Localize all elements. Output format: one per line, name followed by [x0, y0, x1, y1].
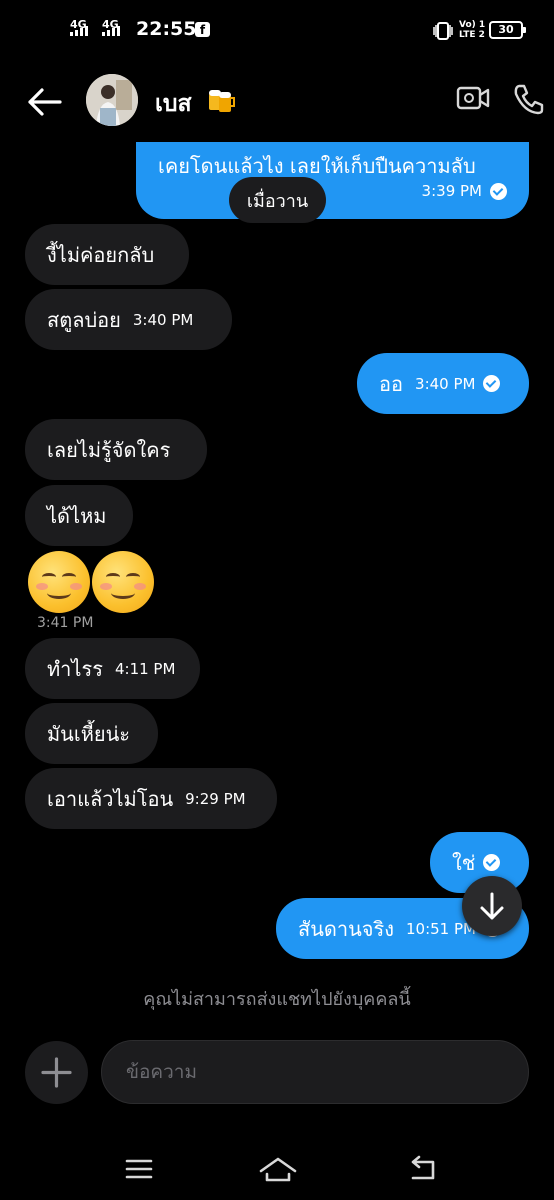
signal-bars-1-icon — [70, 26, 88, 36]
volte-indicator: Vo) 1 LTE 2 — [459, 20, 486, 40]
beer-mugs-icon — [209, 90, 235, 112]
menu-icon[interactable] — [121, 1154, 157, 1184]
message-text: เอาแล้วไม่โอน — [47, 786, 174, 811]
message-text: สันดานจริง — [298, 916, 394, 941]
system-nav-bar — [0, 1140, 554, 1200]
phone-icon[interactable] — [512, 82, 546, 116]
message-bubble-incoming[interactable]: เอาแล้วไม่โอน 9:29 PM — [25, 768, 277, 829]
back-nav-icon[interactable] — [405, 1154, 441, 1184]
message-time: 3:40 PM — [132, 310, 194, 329]
battery-icon: 30 — [489, 21, 526, 39]
contact-name[interactable]: เบส — [155, 86, 192, 122]
date-divider: เมื่อวาน — [229, 177, 326, 223]
sent-check-icon — [483, 854, 501, 871]
message-bubble-outgoing[interactable]: เคยโดนแล้วไง เลยให้เก็บปืนความลับ 3:39 P… — [136, 142, 529, 219]
video-camera-icon[interactable] — [456, 84, 490, 112]
message-text: ออ — [379, 371, 404, 396]
add-attachment-button[interactable] — [25, 1041, 88, 1104]
message-bubble-incoming[interactable]: เลยไม่รู้จัดใคร — [25, 419, 207, 480]
message-time: 3:39 PM — [421, 182, 482, 200]
message-text: ได้ไหม — [47, 503, 107, 528]
message-text: สตูลบ่อย — [47, 307, 121, 332]
message-time: 3:41 PM — [37, 615, 94, 631]
message-text: เลยไม่รู้จัดใคร — [47, 437, 171, 462]
message-bubble-incoming[interactable]: ได้ไหม — [25, 485, 133, 546]
facebook-notification-icon: f — [195, 22, 210, 37]
message-text: มันเหี้ยน่ะ — [47, 721, 131, 746]
message-bubble-incoming[interactable]: ทำไรร 4:11 PM — [25, 638, 200, 699]
message-bubble-outgoing[interactable]: ออ 3:40 PM — [357, 353, 529, 414]
cannot-send-notice: คุณไม่สามารถส่งแชทไปยังบุคคลนี้ — [143, 989, 411, 1010]
message-bubble-incoming[interactable]: งี้ไม่ค่อยกลับ — [25, 224, 189, 285]
message-bubble-incoming[interactable]: มันเหี้ยน่ะ — [25, 703, 158, 764]
arrow-down-icon — [480, 892, 504, 920]
smiling-face-icon[interactable] — [28, 551, 90, 613]
message-bubble-incoming[interactable]: สตูลบ่อย 3:40 PM — [25, 289, 232, 350]
avatar[interactable] — [86, 74, 138, 126]
status-bar: 4G 4G 22:55 f Vo) 1 LTE 2 30 — [0, 0, 554, 62]
home-icon[interactable] — [258, 1154, 298, 1184]
message-time: 3:40 PM — [415, 374, 476, 393]
message-time: 4:11 PM — [114, 659, 176, 678]
scroll-to-bottom-button[interactable] — [462, 876, 522, 936]
signal-bars-2-icon — [102, 26, 120, 36]
message-text: ใช่ — [452, 850, 476, 875]
plus-icon — [41, 1057, 72, 1088]
clock: 22:55 — [136, 18, 197, 40]
smiling-face-icon[interactable] — [92, 551, 154, 613]
chat-header: เบส — [0, 62, 554, 142]
message-text: งี้ไม่ค่อยกลับ — [47, 242, 155, 267]
message-time: 9:29 PM — [185, 789, 246, 808]
sent-check-icon — [490, 182, 507, 200]
message-text: เคยโดนแล้วไง เลยให้เก็บปืนความลับ — [158, 154, 476, 178]
sent-check-icon — [483, 375, 501, 392]
message-text: ทำไรร — [47, 656, 103, 681]
vibrate-icon — [433, 22, 453, 40]
back-arrow-icon[interactable] — [22, 82, 66, 122]
message-input[interactable] — [101, 1040, 529, 1104]
avatar-photo — [86, 74, 138, 126]
